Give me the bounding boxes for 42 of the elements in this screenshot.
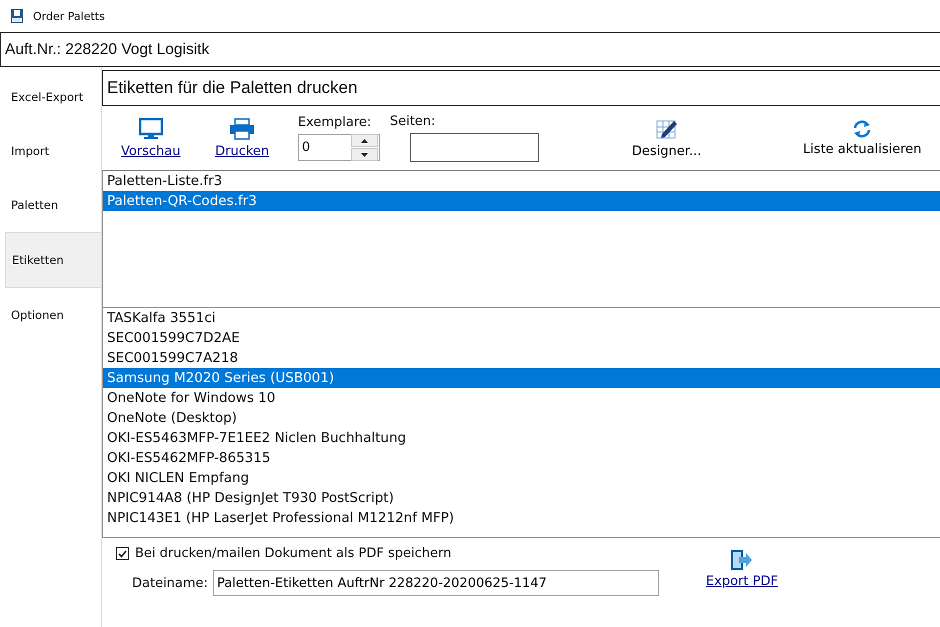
report-item[interactable]: Paletten-Liste.fr3 <box>103 171 940 191</box>
printer-item[interactable]: OKI NICLEN Empfang <box>103 468 940 488</box>
pdf-save-label: Bei drucken/mailen Dokument als PDF speichern <box>135 546 452 561</box>
printer-item[interactable]: OneNote (Desktop) <box>103 408 940 428</box>
order-field[interactable]: Auft.Nr.: 228220 Vogt Logisitk <box>0 32 940 67</box>
preview-link[interactable]: Vorschau <box>120 144 181 158</box>
heading-field[interactable]: Etiketten für die Paletten drucken <box>102 70 940 106</box>
export-icon <box>730 550 753 570</box>
filename-field[interactable]: Paletten-Etiketten AuftrNr 228220-20200625-1147 <box>212 570 659 596</box>
pages-label: Seiten: <box>390 114 436 129</box>
printer-item[interactable]: NPIC914A8 (HP DesignJet T930 PostScript) <box>103 488 940 508</box>
export-pdf-link[interactable]: Export PDF <box>706 574 778 589</box>
down-arrow-icon[interactable] <box>360 152 368 156</box>
printer-item[interactable]: SEC001599C7A218 <box>103 348 940 368</box>
printer-item[interactable]: OKI-ES5462MFP-865315 <box>103 448 940 468</box>
printer-icon <box>229 118 256 140</box>
filename-label: Dateiname: <box>132 576 208 590</box>
monitor-icon <box>138 118 163 140</box>
sidebar-tab[interactable]: Etiketten <box>5 232 101 288</box>
printer-item[interactable]: SEC001599C7D2AE <box>103 328 940 348</box>
sidebar-tab[interactable]: Optionen <box>5 288 101 342</box>
printer-item[interactable]: NPIC143E1 (HP LaserJet Professional M1212nf MFP) <box>103 508 940 528</box>
up-arrow-icon[interactable] <box>360 138 368 142</box>
sidebar-tab[interactable]: Paletten <box>5 178 101 232</box>
printer-item[interactable]: OKI-ES5463MFP-7E1EE2 Niclen Buchhaltung <box>103 428 940 448</box>
copies-label: Exemplare: <box>298 115 372 130</box>
pdf-checkbox[interactable] <box>116 547 129 560</box>
printer-item[interactable]: TASKalfa 3551ci <box>103 308 940 328</box>
refresh-icon <box>852 120 872 138</box>
copies-spinner[interactable]: 0 <box>298 134 380 161</box>
pages-field[interactable] <box>410 133 539 162</box>
refresh-button[interactable]: Liste aktualisieren <box>802 142 922 156</box>
printer-item[interactable]: Samsung M2020 Series (USB001) <box>103 368 940 388</box>
window-title: Order Paletts <box>33 10 105 22</box>
table-pencil-icon <box>656 118 678 140</box>
app-icon <box>9 8 25 24</box>
report-item[interactable]: Paletten-QR-Codes.fr3 <box>103 191 940 211</box>
sidebar-tab[interactable]: Excel-Export <box>5 70 101 124</box>
designer-button[interactable]: Designer... <box>632 144 702 158</box>
sidebar-tab[interactable]: Import <box>5 124 101 178</box>
printer-item[interactable]: OneNote for Windows 10 <box>103 388 940 408</box>
print-link[interactable]: Drucken <box>215 144 270 158</box>
